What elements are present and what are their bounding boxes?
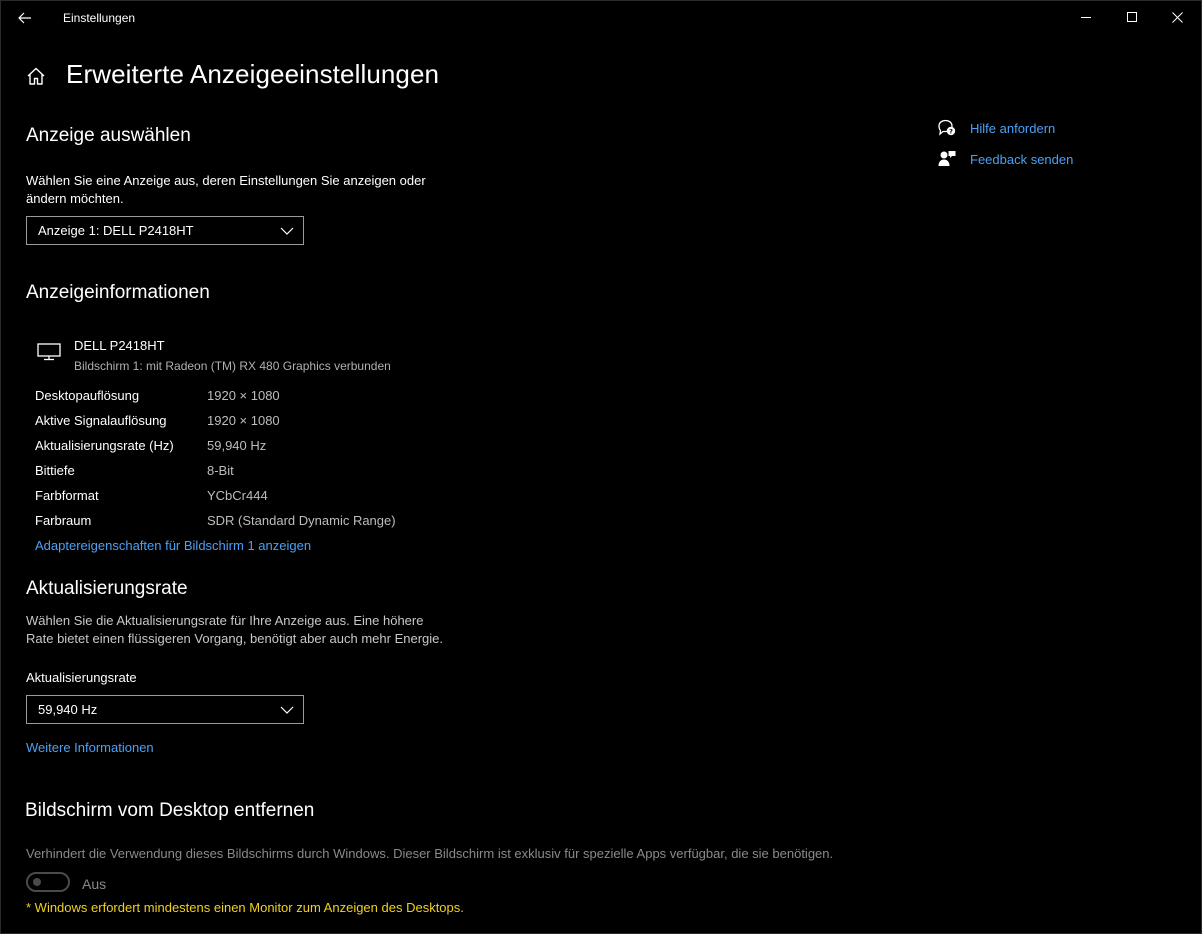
info-value-bit-depth: 8-Bit bbox=[207, 463, 234, 478]
feedback-icon bbox=[938, 151, 956, 166]
info-value-desktop-resolution: 1920 × 1080 bbox=[207, 388, 280, 403]
maximize-button[interactable] bbox=[1109, 1, 1155, 34]
chevron-down-icon bbox=[280, 227, 294, 235]
refresh-rate-description-2: Rate bietet einen flüssigeren Vorgang, b… bbox=[26, 631, 443, 646]
home-icon[interactable] bbox=[25, 65, 47, 87]
app-title: Einstellungen bbox=[63, 11, 136, 25]
info-value-active-signal-resolution: 1920 × 1080 bbox=[207, 413, 280, 428]
chevron-down-icon bbox=[280, 706, 294, 714]
more-info-link[interactable]: Weitere Informationen bbox=[26, 740, 154, 755]
info-label-color-space: Farbraum bbox=[35, 513, 92, 528]
refresh-rate-field-label: Aktualisierungsrate bbox=[26, 670, 137, 685]
svg-text:?: ? bbox=[949, 127, 953, 135]
arrow-left-icon bbox=[18, 12, 31, 24]
minimize-icon bbox=[1080, 17, 1091, 18]
toggle-state-label: Aus bbox=[82, 876, 107, 892]
refresh-rate-value: 59,940 Hz bbox=[38, 702, 98, 717]
refresh-rate-dropdown[interactable]: 59,940 Hz bbox=[26, 695, 304, 724]
help-chat-icon: ? bbox=[938, 119, 956, 136]
feedback-link-label[interactable]: Feedback senden bbox=[970, 152, 1073, 167]
page-title: Erweiterte Anzeigeeinstellungen bbox=[66, 59, 440, 89]
info-label-color-format: Farbformat bbox=[35, 488, 99, 503]
display-select-value: Anzeige 1: DELL P2418HT bbox=[38, 223, 194, 238]
remove-display-heading: Bildschirm vom Desktop entfernen bbox=[25, 800, 315, 821]
adapter-properties-link[interactable]: Adaptereigenschaften für Bildschirm 1 an… bbox=[35, 538, 311, 553]
info-label-active-signal-resolution: Aktive Signalauflösung bbox=[35, 413, 167, 428]
refresh-rate-description-1: Wählen Sie die Aktualisierungsrate für I… bbox=[26, 613, 424, 628]
minimize-button[interactable] bbox=[1063, 1, 1109, 34]
display-info-heading: Anzeigeinformationen bbox=[26, 282, 210, 303]
display-select-dropdown[interactable]: Anzeige 1: DELL P2418HT bbox=[26, 216, 304, 245]
monitor-icon bbox=[37, 343, 61, 361]
info-label-desktop-resolution: Desktopauflösung bbox=[35, 388, 140, 403]
remove-display-toggle[interactable] bbox=[26, 872, 70, 892]
select-display-heading: Anzeige auswählen bbox=[26, 125, 191, 146]
title-bar: Einstellungen bbox=[1, 1, 1201, 34]
info-label-bit-depth: Bittiefe bbox=[35, 463, 75, 478]
warning-text: * Windows erfordert mindestens einen Mon… bbox=[26, 900, 464, 915]
info-value-color-format: YCbCr444 bbox=[207, 488, 268, 503]
info-value-refresh-rate: 59,940 Hz bbox=[207, 438, 267, 453]
info-value-color-space: SDR (Standard Dynamic Range) bbox=[207, 513, 396, 528]
refresh-rate-heading: Aktualisierungsrate bbox=[26, 578, 188, 599]
settings-window: Einstellungen Erweiterte Anzeigeeinstell… bbox=[0, 0, 1202, 934]
select-display-description-2: ändern möchten. bbox=[26, 191, 124, 206]
monitor-subtitle: Bildschirm 1: mit Radeon (TM) RX 480 Gra… bbox=[74, 359, 391, 373]
info-label-refresh-rate: Aktualisierungsrate (Hz) bbox=[35, 438, 174, 453]
remove-display-description: Verhindert die Verwendung dieses Bildsch… bbox=[26, 846, 834, 861]
close-icon bbox=[1171, 12, 1183, 23]
toggle-knob bbox=[33, 878, 41, 886]
page-header: Erweiterte Anzeigeeinstellungen bbox=[25, 59, 439, 90]
monitor-name: DELL P2418HT bbox=[74, 338, 165, 353]
select-display-description-1: Wählen Sie eine Anzeige aus, deren Einst… bbox=[26, 173, 426, 188]
maximize-icon bbox=[1126, 12, 1137, 22]
close-button[interactable] bbox=[1154, 1, 1200, 34]
help-link[interactable]: ? Hilfe anfordern bbox=[937, 119, 1055, 137]
back-button[interactable] bbox=[10, 4, 40, 32]
help-link-label[interactable]: Hilfe anfordern bbox=[970, 121, 1055, 136]
feedback-link[interactable]: Feedback senden bbox=[937, 150, 1073, 168]
